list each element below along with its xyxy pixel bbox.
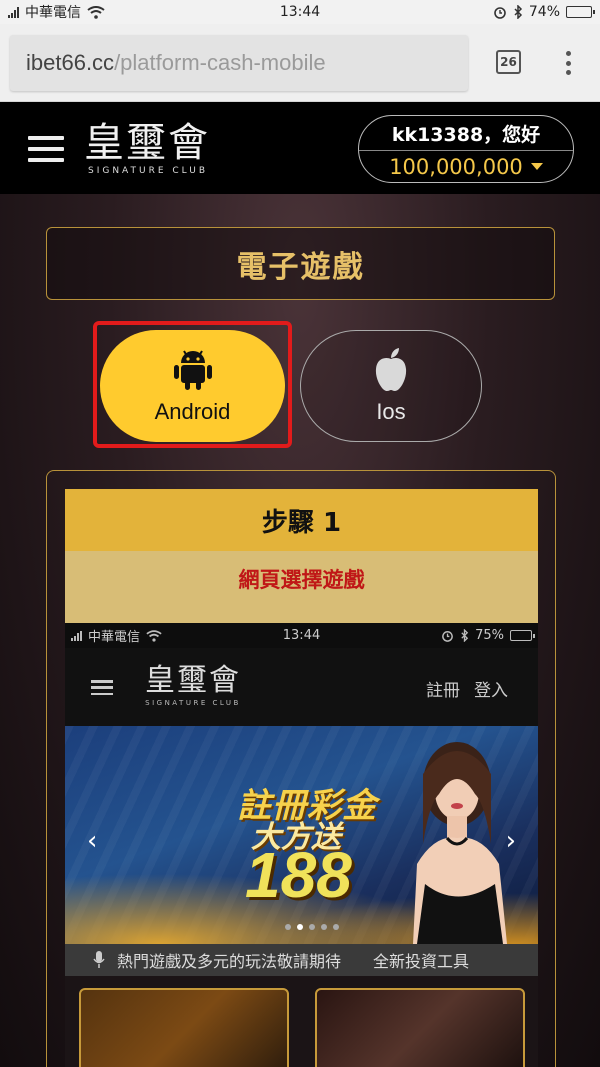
battery-percent: 74% <box>528 4 560 20</box>
inner-battery-icon <box>510 630 535 641</box>
step-instruction: 網頁選擇遊戲 <box>65 551 538 607</box>
highlight-frame <box>93 321 292 448</box>
browser-menu-icon[interactable] <box>562 49 574 77</box>
inner-register-link: 註冊 <box>426 681 460 701</box>
url-field[interactable]: ibet66.cc/platform-cash-mobile <box>10 35 468 91</box>
inner-menu-icon <box>91 680 113 695</box>
caret-down-icon <box>530 163 543 170</box>
browser-toolbar: ibet66.cc/platform-cash-mobile 26 <box>0 24 600 102</box>
inner-site-header: 皇璽會 SIGNATURE CLUB 註冊 登入 <box>65 648 538 726</box>
user-greeting: kk13388，您好 <box>391 123 541 146</box>
tab-switcher-button[interactable]: 26 <box>496 50 521 74</box>
status-bar: 中華電信 13:44 74% <box>0 0 600 24</box>
promo-banner: 註冊彩金 大方送 188 ‹ › <box>65 726 538 944</box>
announcement-marquee: 熱門遊戲及多元的玩法敬請期待 全新投資工具 <box>65 944 538 976</box>
game-tile <box>79 988 289 1067</box>
logo-subtitle: SIGNATURE CLUB <box>87 166 209 176</box>
bluetooth-icon <box>514 5 522 19</box>
inner-battery-percent: 75% <box>475 628 504 643</box>
site-header: 皇璽會 SIGNATURE CLUB kk13388，您好 100,000,00… <box>0 102 600 194</box>
step-divider <box>65 607 538 623</box>
step-title: 步驟 1 <box>65 489 538 551</box>
inner-status-bar: 中華電信 13:44 75% <box>65 623 538 648</box>
ios-tab-button[interactable]: Ios <box>300 330 482 442</box>
site-logo[interactable]: 皇璽會 SIGNATURE CLUB <box>84 122 224 176</box>
battery-icon <box>566 6 595 18</box>
ios-label: Ios <box>376 399 406 424</box>
balance-amount: 100,000,000 <box>389 154 523 179</box>
signal-icon <box>8 6 19 18</box>
chevron-right-icon: › <box>505 826 516 856</box>
section-title-box: 電子遊戲 <box>46 227 555 300</box>
tutorial-screenshot: 中華電信 13:44 75% 皇璽會 SIGNATURE CLUB 註冊 登入 <box>65 623 538 1067</box>
user-account-pill[interactable]: kk13388，您好 100,000,000 <box>358 115 574 183</box>
carousel-dots <box>285 924 339 930</box>
menu-icon[interactable] <box>28 136 64 162</box>
inner-bluetooth-icon <box>461 629 469 642</box>
inner-wifi-icon <box>146 629 162 642</box>
game-tile <box>315 988 525 1067</box>
inner-login-link: 登入 <box>474 681 508 701</box>
url-host: ibet66.cc <box>26 50 115 75</box>
inner-carrier: 中華電信 <box>88 630 141 645</box>
inner-time: 13:44 <box>282 628 321 643</box>
section-title: 電子遊戲 <box>236 249 365 285</box>
inner-logo-title: 皇璽會 <box>145 663 241 698</box>
chevron-left-icon: ‹ <box>87 826 98 856</box>
wifi-icon <box>87 5 105 19</box>
marquee-text: 熱門遊戲及多元的玩法敬請期待 全新投資工具 <box>117 952 470 971</box>
microphone-icon <box>87 944 111 976</box>
inner-logo-subtitle: SIGNATURE CLUB <box>145 699 241 707</box>
alarm-icon <box>494 7 506 19</box>
url-path: /platform-cash-mobile <box>114 50 326 75</box>
apple-icon <box>375 348 407 391</box>
balance-dropdown[interactable]: 100,000,000 <box>359 150 573 182</box>
carrier-label: 中華電信 <box>25 5 81 21</box>
banner-amount: 188 <box>245 839 352 911</box>
inner-alarm-icon <box>442 631 453 642</box>
status-time: 13:44 <box>279 4 321 20</box>
inner-signal-icon <box>71 630 82 641</box>
logo-title: 皇璽會 <box>84 120 210 166</box>
inner-logo: 皇璽會 SIGNATURE CLUB <box>145 663 285 708</box>
game-tiles <box>65 976 538 1067</box>
